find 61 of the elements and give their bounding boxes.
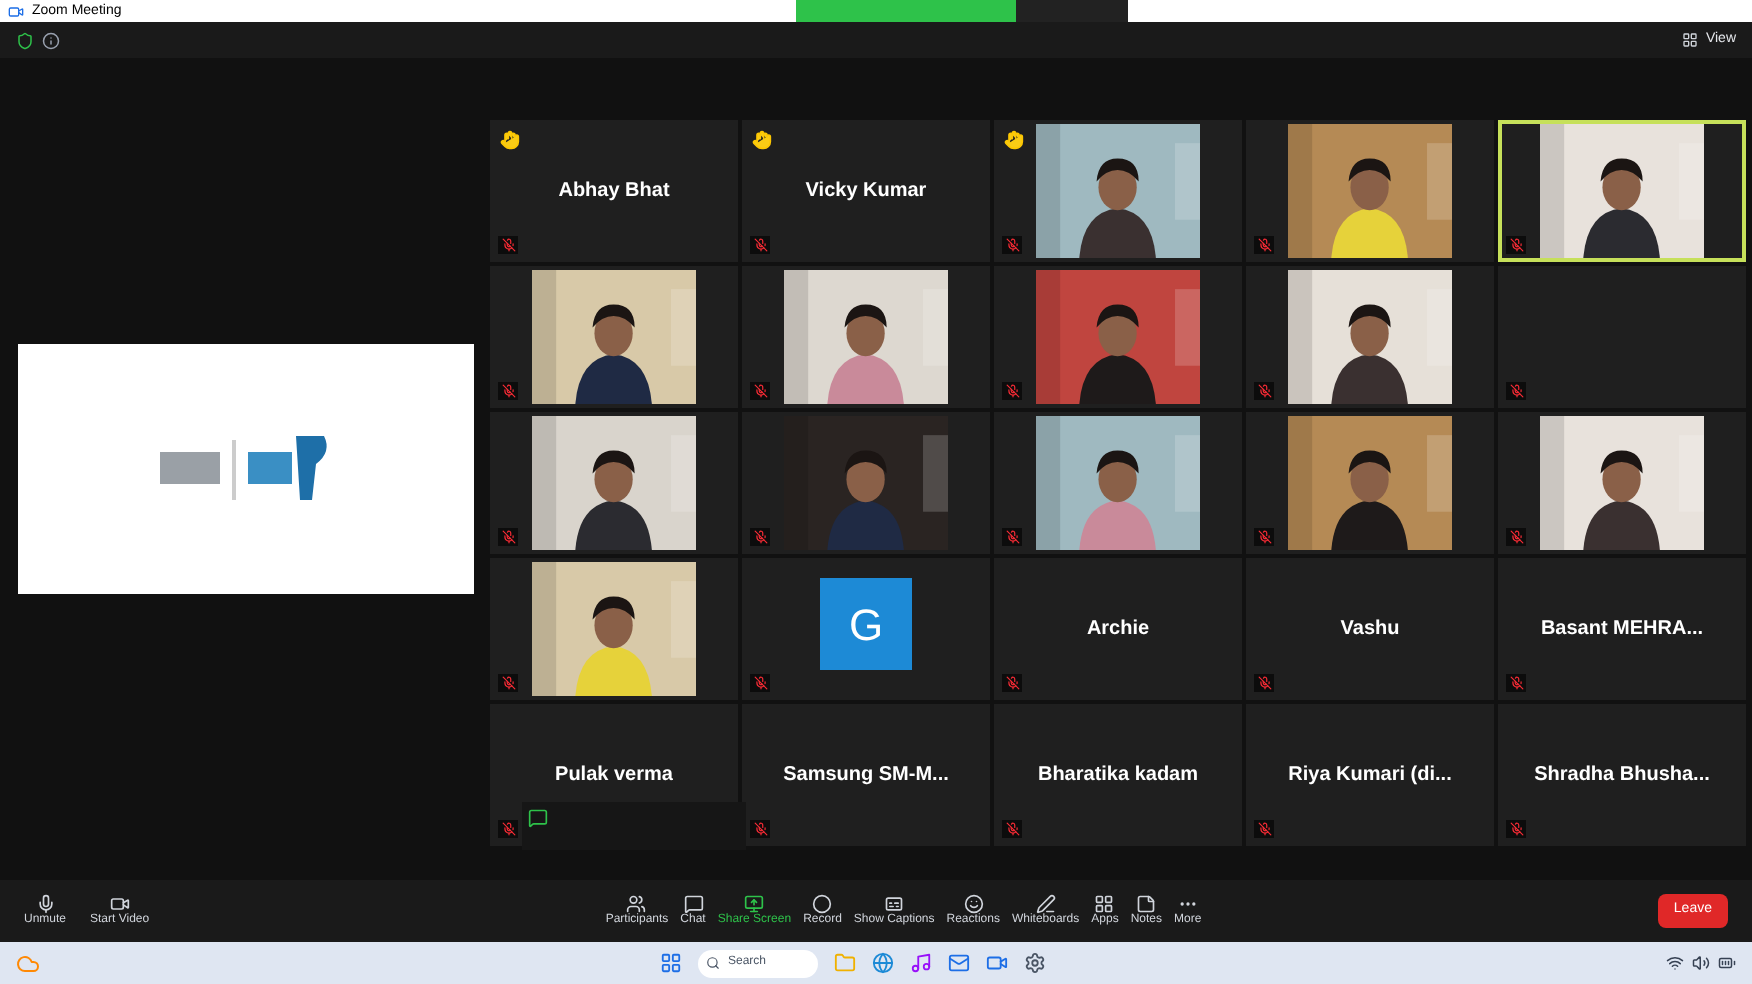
participant-name: Bharatika kadam — [1037, 762, 1199, 790]
participant-name: Vicky Kumar — [805, 178, 927, 206]
mic-off-icon — [1254, 382, 1274, 400]
participant-name: Shradha Bhusha... — [1534, 762, 1710, 790]
avatar: G — [820, 578, 912, 670]
shield-icon[interactable] — [16, 31, 34, 49]
wifi-icon[interactable] — [1666, 954, 1684, 972]
mic-off-icon — [498, 674, 518, 692]
mic-off-icon — [750, 820, 770, 838]
start-icon[interactable] — [660, 952, 682, 974]
mic-off-icon — [750, 528, 770, 546]
mic-off-icon — [750, 382, 770, 400]
participant-name: Riya Kumari (di... — [1288, 762, 1452, 790]
chat-icon — [528, 808, 548, 828]
app-icon — [8, 3, 24, 19]
participant-name: Archie — [1086, 616, 1150, 644]
captions-icon — [884, 893, 905, 914]
view-icon[interactable] — [1681, 32, 1698, 48]
mic-off-icon — [1002, 236, 1022, 254]
mic-off-icon — [1002, 674, 1022, 692]
participant-name: Basant MEHRA... — [1540, 616, 1704, 644]
info-icon[interactable] — [42, 31, 60, 49]
mic-off-icon — [1506, 236, 1526, 254]
mic-off-icon — [1002, 382, 1022, 400]
settings-icon[interactable] — [1024, 952, 1046, 974]
mic-off-icon — [1506, 528, 1526, 546]
video-app-icon[interactable] — [986, 952, 1008, 974]
mic-off-icon — [1506, 674, 1526, 692]
pen-icon — [1035, 893, 1056, 914]
video-camera-icon — [109, 893, 130, 914]
mail-icon[interactable] — [948, 952, 970, 974]
mic-off-icon — [1506, 382, 1526, 400]
mic-off-icon — [1506, 820, 1526, 838]
microphone-icon — [35, 893, 55, 914]
note-icon — [1136, 893, 1157, 914]
browser-icon[interactable] — [872, 952, 894, 974]
participant-name: Vashu — [1340, 616, 1400, 644]
mic-off-icon — [750, 236, 770, 254]
battery-icon[interactable] — [1718, 954, 1736, 972]
mic-off-icon — [498, 528, 518, 546]
speech-bubble-icon — [683, 893, 704, 914]
mic-off-icon — [498, 236, 518, 254]
mic-off-icon — [498, 820, 518, 838]
mic-off-icon — [1002, 528, 1022, 546]
mic-off-icon — [1002, 820, 1022, 838]
mic-off-icon — [1254, 236, 1274, 254]
mic-off-icon — [1254, 820, 1274, 838]
mic-off-icon — [498, 382, 518, 400]
grid-icon — [1094, 893, 1115, 914]
participant-name: Samsung SM-M... — [783, 762, 949, 790]
participant-name: Abhay Bhat — [558, 178, 670, 206]
people-icon — [626, 893, 647, 914]
volume-icon[interactable] — [1692, 954, 1710, 972]
search-icon — [706, 956, 720, 970]
mic-off-icon — [750, 674, 770, 692]
music-icon[interactable] — [910, 952, 932, 974]
mic-off-icon — [1254, 528, 1274, 546]
mic-off-icon — [1254, 674, 1274, 692]
circle-icon — [812, 893, 833, 914]
smiley-icon — [963, 893, 984, 914]
participant-name: Pulak verma — [555, 762, 673, 790]
